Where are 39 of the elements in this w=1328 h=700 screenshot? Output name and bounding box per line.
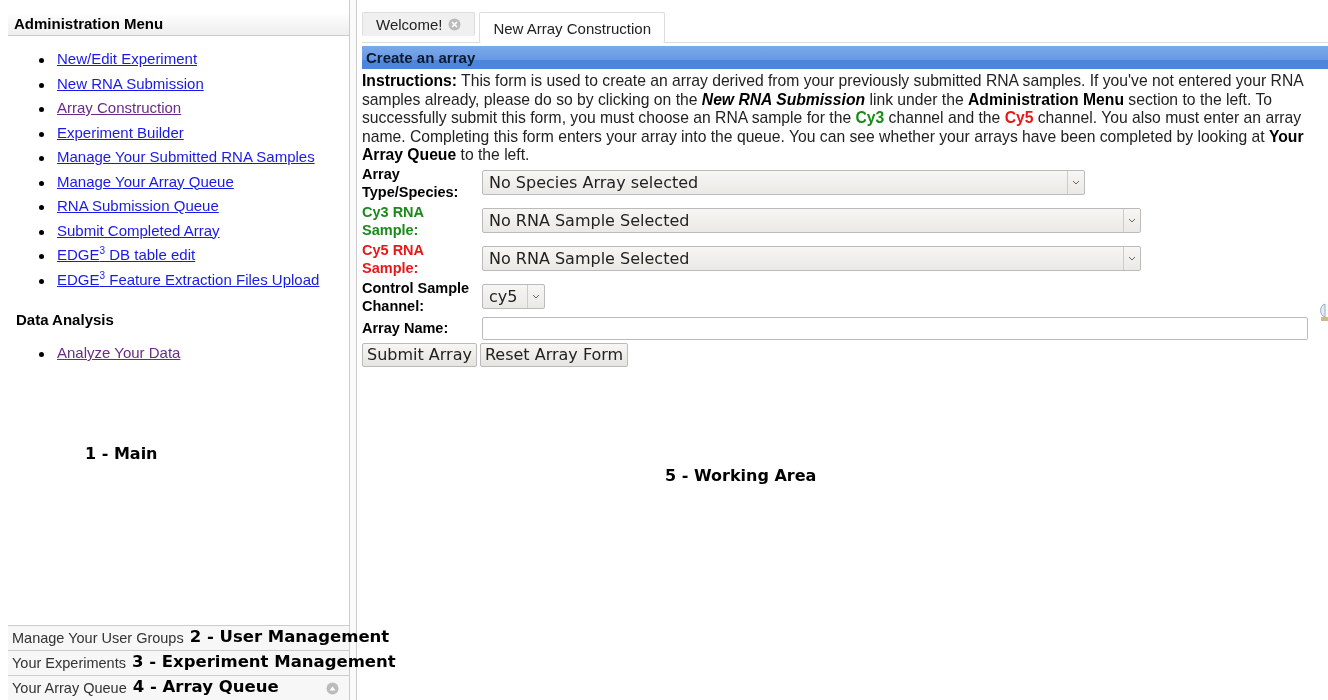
- instructions-text: Instructions: This form is used to create an array derived from your previously submitted RNA samples. If you've not entered your RNA samples already, please do so by clicking on the New RNA Submission link under the Administration Menu section to the left. To successfully submit this form, you must choose an RNA sample for the Cy3 channel and the Cy5 channel. You also must enter an array name. Completing this form enters your array into the queue. You can see whether your arrays have been completed by looking at Your Array Queue to the left.: [362, 72, 1305, 165]
- menu-link[interactable]: EDGE$^{3}$ Feature Extraction Files Upload: [57, 270, 320, 288]
- menu-link[interactable]: Manage Your Array Queue: [57, 172, 234, 190]
- dropdown[interactable]: No RNA Sample Selected: [482, 246, 1141, 271]
- field-label: Array Type/Species:: [362, 164, 460, 201]
- dropdown[interactable]: No RNA Sample Selected: [482, 208, 1141, 233]
- menu-link[interactable]: Analyze Your Data: [57, 344, 181, 361]
- annotation-label: 5 - Working Area: [665, 466, 817, 485]
- menu-link[interactable]: Experiment Builder: [57, 123, 184, 141]
- tab[interactable]: New Array Construction: [479, 12, 665, 43]
- panel-header: Create an array: [362, 46, 1328, 69]
- close-icon[interactable]: [448, 18, 462, 31]
- menu-link[interactable]: New/Edit Experiment: [57, 50, 198, 67]
- annotation-label: 4 - Array Queue: [132, 679, 279, 696]
- tab[interactable]: Welcome!: [362, 12, 476, 36]
- dropdown[interactable]: No Species Array selected: [482, 170, 1085, 195]
- field-label: Control Sample Channel:: [362, 278, 471, 315]
- collapse-icon[interactable]: [326, 682, 339, 695]
- form-button[interactable]: Reset Array Form: [479, 342, 629, 367]
- annotation-label: 2 - User Management: [189, 629, 390, 646]
- field-label: Array Name:: [362, 319, 450, 337]
- lightbulb-icon: [1318, 303, 1328, 323]
- annotation-label: 1 - Main: [85, 444, 158, 463]
- section-heading: Data Analysis: [16, 311, 115, 328]
- menu-link[interactable]: RNA Submission Queue: [57, 197, 219, 214]
- annotation-label: 3 - Experiment Management: [131, 654, 396, 671]
- menu-link[interactable]: Manage Your Submitted RNA Samples: [57, 148, 315, 165]
- dropdown[interactable]: cy5: [482, 284, 545, 309]
- menu-link[interactable]: Array Construction: [57, 99, 182, 116]
- menu-link[interactable]: EDGE$^{3}$ DB table edit: [57, 246, 196, 263]
- field-label: Cy5 RNA Sample:: [362, 240, 425, 277]
- field-label: Cy3 RNA Sample:: [362, 202, 425, 239]
- menu-link[interactable]: New RNA Submission: [57, 74, 204, 92]
- accordion-header[interactable]: Your Array Queue: [8, 679, 127, 696]
- accordion-header[interactable]: Your Experiments: [8, 654, 126, 671]
- form-button[interactable]: Submit Array: [362, 342, 477, 367]
- input-field[interactable]: [482, 316, 1308, 340]
- menu-link[interactable]: Submit Completed Array: [57, 221, 220, 239]
- accordion-header[interactable]: Manage Your User Groups: [8, 629, 184, 646]
